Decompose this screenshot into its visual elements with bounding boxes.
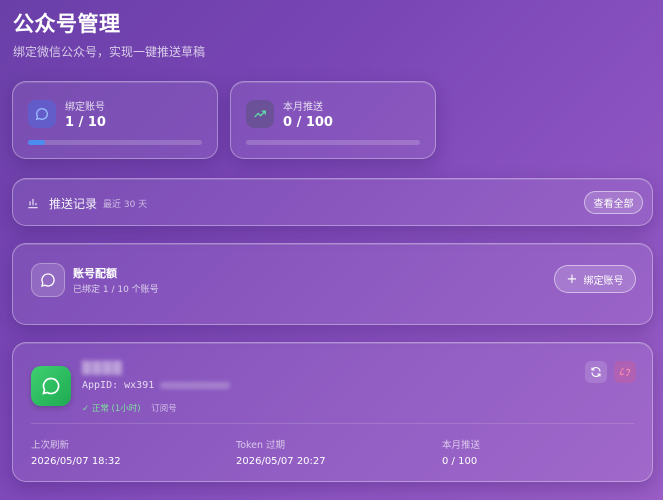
bind-account-label: 绑定账号: [583, 275, 624, 287]
page-subtitle: 绑定微信公众号，实现一键推送草稿: [13, 45, 206, 59]
bind-account-button[interactable]: + 绑定账号: [554, 265, 636, 293]
chat-bubble-icon: [28, 100, 56, 128]
account-quota-card: 账号配额 已绑定 1 / 10 个账号 + 绑定账号: [12, 243, 653, 325]
push-records-title: 推送记录: [49, 197, 98, 211]
push-records-card[interactable]: 推送记录 最近 30 天 查看全部: [12, 178, 653, 226]
monthly-push: 本月推送 0 / 100: [442, 437, 480, 467]
status-row: ✓ 正常 (1小时) 订阅号: [82, 402, 177, 414]
meta-value: 0 / 100: [442, 456, 478, 467]
meta-label: Token 过期: [236, 440, 286, 451]
account-name: ▒▒▒▒: [82, 361, 123, 375]
appid-row: AppID: wx391: [82, 380, 231, 391]
status-badge: ✓ 正常 (1小时): [82, 404, 141, 414]
refresh-button[interactable]: [585, 361, 607, 383]
plus-icon: +: [566, 271, 578, 287]
unbind-button[interactable]: [614, 361, 636, 383]
account-type: 订阅号: [151, 404, 177, 414]
account-card: ▒▒▒▒ AppID: wx391 ✓ 正常 (1小时) 订阅号 上次刷新 20…: [12, 342, 653, 482]
stat-label: 本月推送: [283, 102, 323, 113]
bar-chart-icon: [26, 195, 40, 214]
last-refresh: 上次刷新 2026/05/07 18:32: [31, 437, 121, 467]
monthly-push-progress: [246, 140, 420, 145]
page-title: 公众号管理: [13, 12, 121, 36]
view-all-button[interactable]: 查看全部: [584, 191, 643, 214]
unlink-icon: [619, 368, 631, 376]
stat-value: 1 / 10: [65, 115, 106, 130]
chat-bubble-icon: [31, 263, 65, 297]
push-records-range: 最近 30 天: [103, 200, 148, 210]
meta-label: 上次刷新: [31, 440, 70, 451]
appid-text: AppID: wx391: [82, 380, 155, 391]
quota-title: 账号配额: [73, 267, 117, 280]
meta-label: 本月推送: [442, 440, 481, 451]
wechat-logo-icon: [31, 366, 71, 406]
token-expiry: Token 过期 2026/05/07 20:27: [236, 437, 326, 467]
progress-fill: [28, 140, 46, 145]
monthly-push-card: 本月推送 0 / 100: [230, 81, 436, 159]
bound-accounts-progress: [28, 140, 202, 145]
trending-up-icon: [246, 100, 274, 128]
stat-value: 0 / 100: [283, 115, 333, 130]
divider: [31, 423, 634, 424]
stat-label: 绑定账号: [65, 102, 105, 113]
quota-subtitle: 已绑定 1 / 10 个账号: [73, 285, 159, 295]
refresh-icon: [591, 367, 601, 377]
appid-redacted: [160, 381, 231, 389]
meta-value: 2026/05/07 18:32: [31, 456, 121, 467]
bound-accounts-card: 绑定账号 1 / 10: [12, 81, 218, 159]
meta-value: 2026/05/07 20:27: [236, 456, 326, 467]
